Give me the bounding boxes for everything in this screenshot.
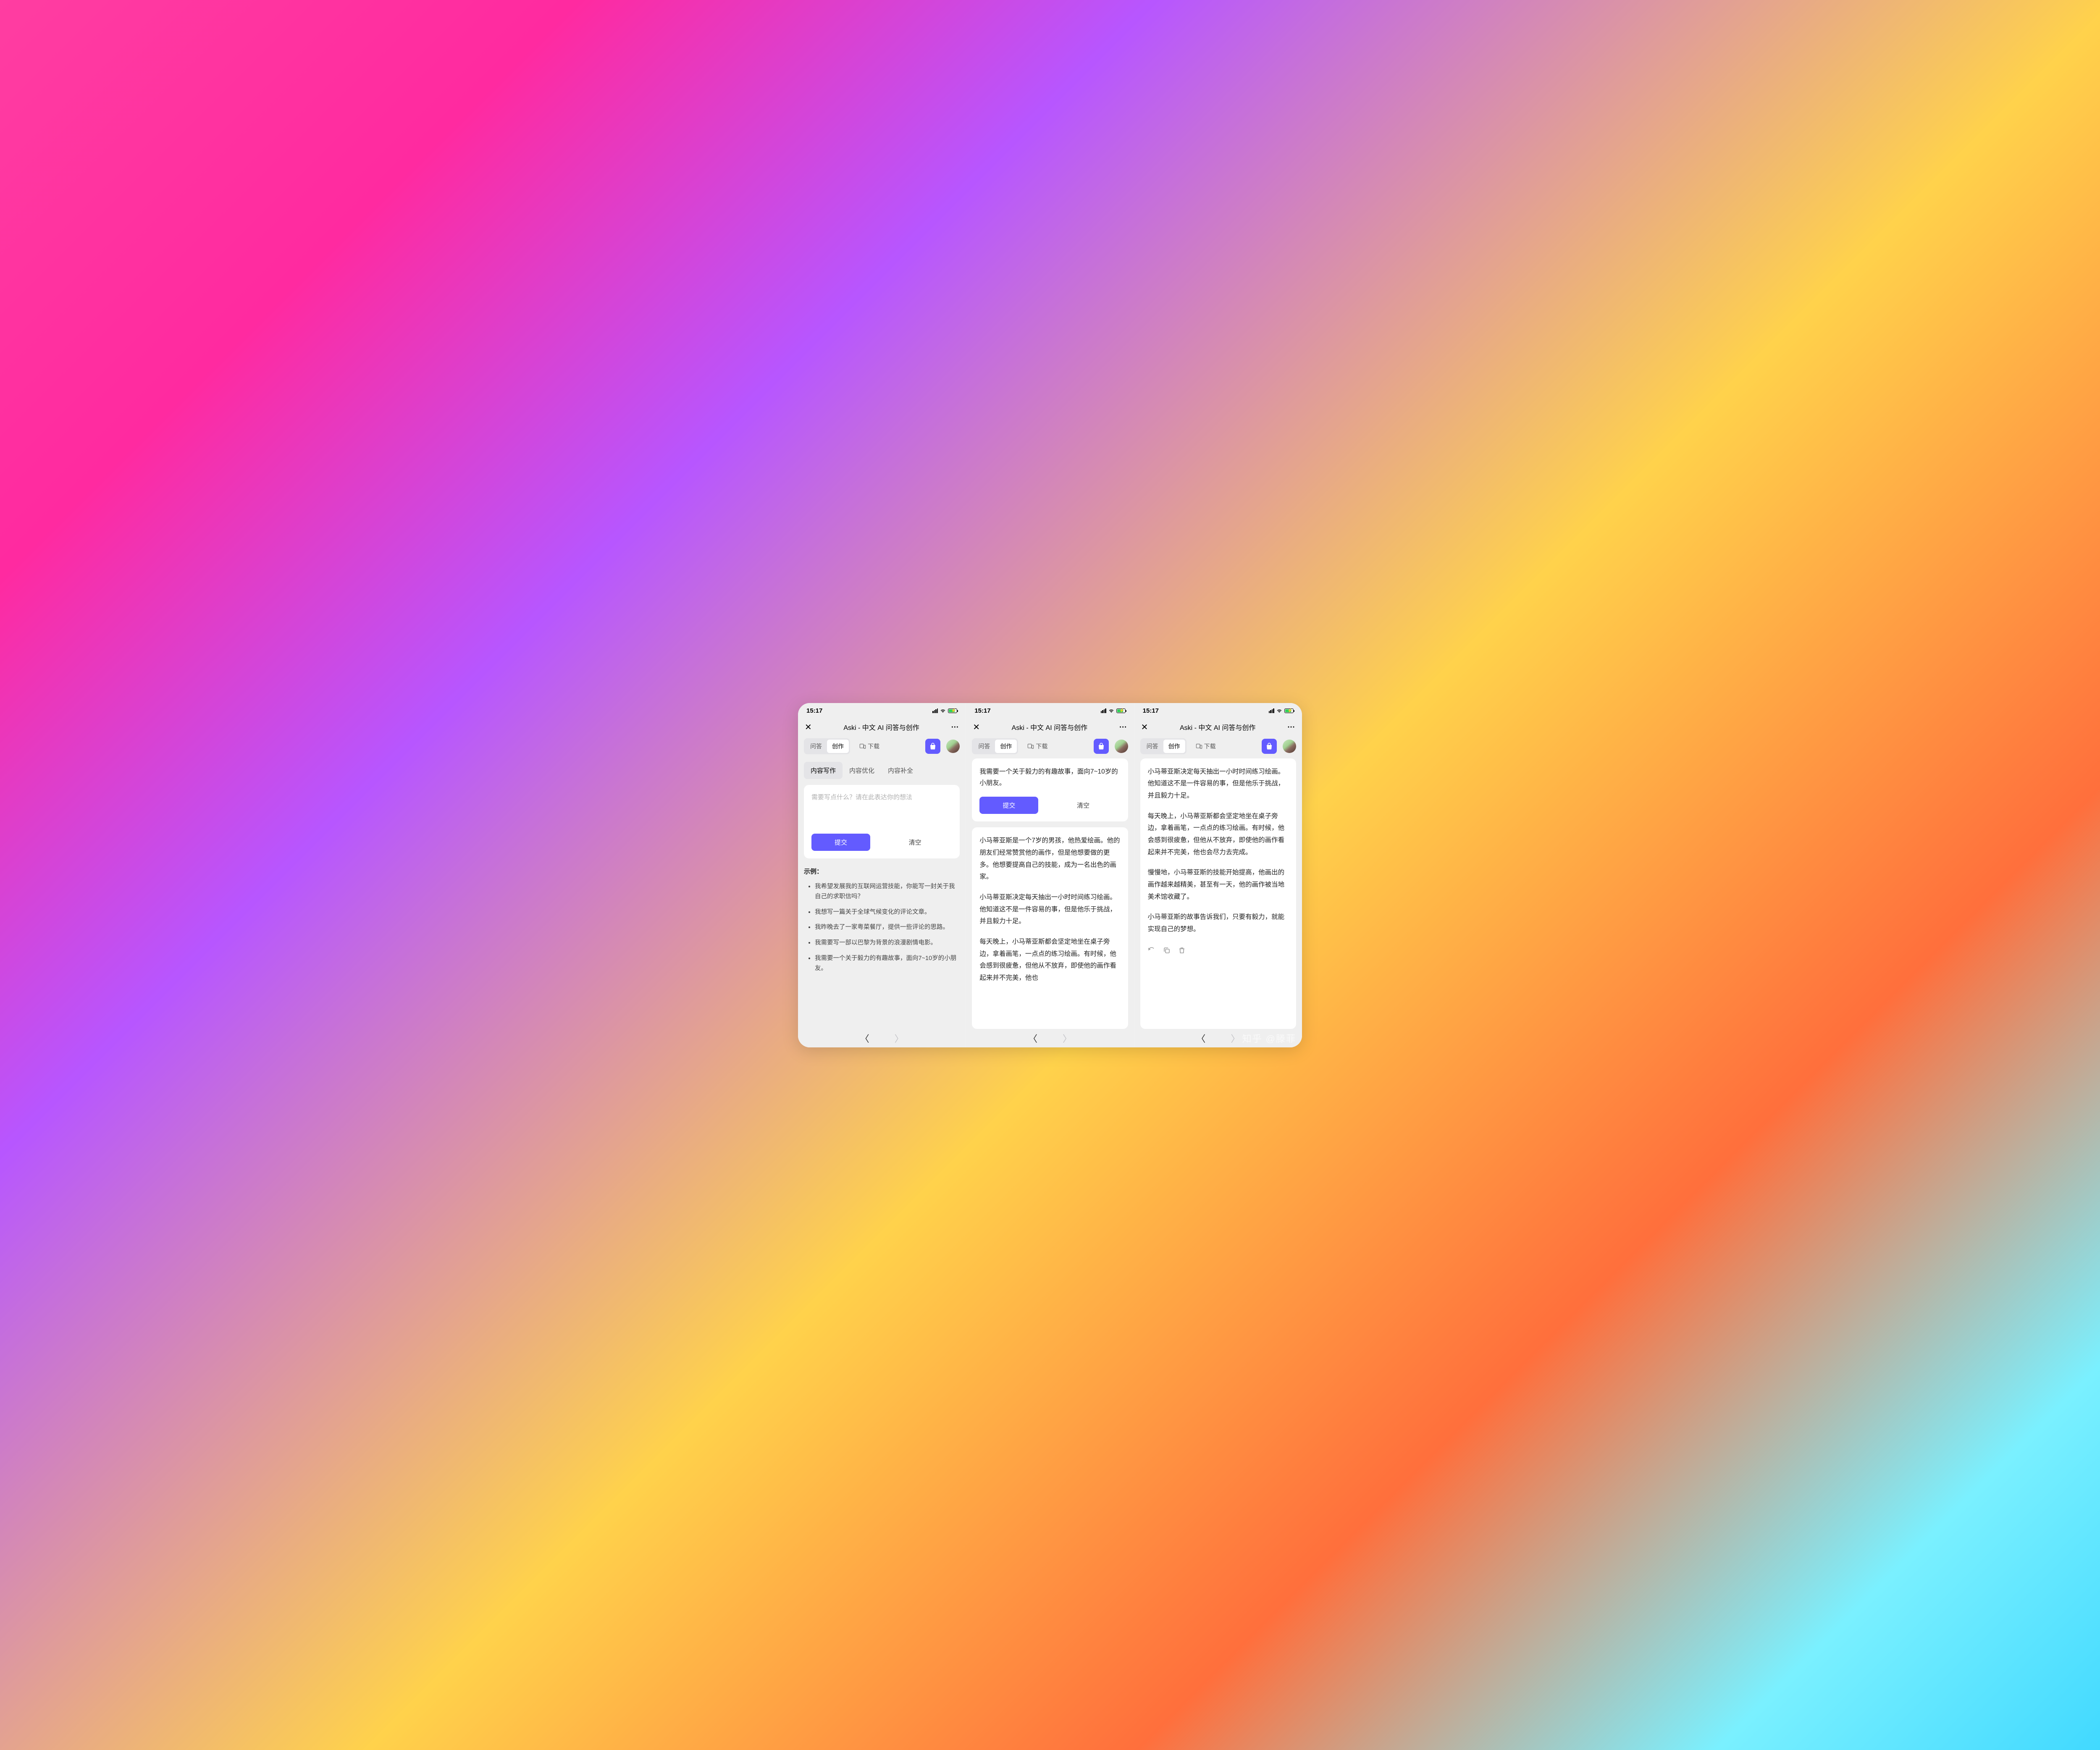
nav-back-icon[interactable]: 〈 [1196, 1031, 1205, 1045]
copy-icon[interactable] [1163, 947, 1171, 959]
avatar[interactable] [1115, 740, 1128, 753]
battery-icon: ⚡ [1284, 708, 1294, 713]
status-bar: 15:17 ⚡ [798, 703, 966, 717]
delete-icon[interactable] [1178, 947, 1186, 959]
page-title: Aski - 中文 AI 问答与创作 [1180, 722, 1255, 732]
avatar[interactable] [1283, 740, 1296, 753]
nav-forward-icon[interactable]: 〉 [895, 1031, 904, 1045]
example-item[interactable]: 我需要一个关于毅力的有趣故事，面向7~10岁的小朋友。 [815, 953, 957, 974]
more-icon[interactable]: ⋯ [1119, 723, 1127, 732]
tab-create[interactable]: 创作 [827, 740, 849, 753]
story-paragraph: 小马蒂亚斯的故事告诉我们，只要有毅力，就能实现自己的梦想。 [1148, 911, 1289, 935]
result-card: 小马蒂亚斯是一个7岁的男孩，他热爱绘画。他的朋友们经常赞赏他的画作，但是他想要做… [972, 827, 1128, 1028]
story-paragraph: 每天晚上，小马蒂亚斯都会坚定地坐在桌子旁边，拿着画笔，一点点的练习绘画。有时候，… [1148, 811, 1289, 859]
page-title: Aski - 中文 AI 问答与创作 [1012, 722, 1087, 732]
example-item[interactable]: 我希望发展我的互联网运营技能，你能写一封关于我自己的求职信吗？ [815, 882, 957, 902]
signal-icon [932, 708, 938, 713]
nav-forward-icon[interactable]: 〉 [1231, 1031, 1240, 1045]
subtab-write[interactable]: 内容写作 [804, 762, 843, 779]
story-paragraph: 小马蒂亚斯是一个7岁的男孩，他热爱绘画。他的朋友们经常赞赏他的画作，但是他想要做… [979, 835, 1120, 883]
status-time: 15:17 [1143, 707, 1159, 714]
bottom-nav: 〈 〉 [966, 1029, 1134, 1047]
clear-button[interactable]: 清空 [878, 838, 952, 847]
devices-icon [1196, 743, 1202, 750]
compose-card: 我需要一个关于毅力的有趣故事，面向7~10岁的小朋友。 提交 清空 [972, 758, 1128, 822]
story-paragraph: 每天晚上，小马蒂亚斯都会坚定地坐在桌子旁边，拿着画笔，一点点的练习绘画。有时候，… [979, 936, 1120, 984]
nav-back-icon[interactable]: 〈 [1028, 1031, 1037, 1045]
close-icon[interactable]: ✕ [805, 722, 812, 732]
tab-create[interactable]: 创作 [1163, 740, 1185, 753]
signal-icon [1101, 708, 1106, 713]
tab-create[interactable]: 创作 [995, 740, 1017, 753]
bag-icon [929, 743, 937, 750]
title-bar: ✕ Aski - 中文 AI 问答与创作 ⋯ [798, 717, 966, 738]
compose-input[interactable]: 需要写点什么？请在此表达你的想法 [811, 792, 952, 826]
bag-icon [1097, 743, 1105, 750]
compose-card: 需要写点什么？请在此表达你的想法 提交 清空 [804, 785, 960, 858]
status-bar: 15:17 ⚡ [966, 703, 1134, 717]
tab-qa[interactable]: 问答 [973, 740, 995, 753]
shop-button[interactable] [925, 739, 940, 754]
more-icon[interactable]: ⋯ [951, 723, 959, 732]
status-time: 15:17 [974, 707, 990, 714]
example-item[interactable]: 我想写一篇关于全球气候变化的评论文章。 [815, 907, 957, 918]
bag-icon [1265, 743, 1273, 750]
toolbar: 问答创作 下载 [966, 738, 1134, 758]
mode-segment: 问答 创作 [804, 738, 850, 754]
regenerate-icon[interactable] [1148, 947, 1155, 959]
story-paragraph: 慢慢地，小马蒂亚斯的技能开始提高，他画出的画作越来越精美，甚至有一天，他的画作被… [1148, 867, 1289, 903]
status-time: 15:17 [806, 707, 822, 714]
title-bar: ✕ Aski - 中文 AI 问答与创作 ⋯ [966, 717, 1134, 738]
screen-3: 15:17 ⚡ ✕ Aski - 中文 AI 问答与创作 ⋯ 问答创作 下载 小… [1134, 703, 1302, 1047]
tab-qa[interactable]: 问答 [1142, 740, 1163, 753]
examples-title: 示例： [804, 867, 960, 876]
screen-2: 15:17 ⚡ ✕ Aski - 中文 AI 问答与创作 ⋯ 问答创作 下载 我… [966, 703, 1134, 1047]
submit-button[interactable]: 提交 [979, 797, 1038, 814]
subtab-optimize[interactable]: 内容优化 [843, 762, 881, 779]
avatar[interactable] [946, 740, 960, 753]
example-item[interactable]: 我昨晚去了一家粤菜餐厅，提供一些评论的思路。 [815, 922, 957, 933]
story-paragraph: 小马蒂亚斯决定每天抽出一小时时间练习绘画。他知道这不是一件容易的事，但是他乐于挑… [1148, 766, 1289, 802]
wifi-icon [940, 708, 946, 713]
clear-button[interactable]: 清空 [1046, 801, 1120, 810]
screen-1: 15:17 ⚡ ✕ Aski - 中文 AI 问答与创作 ⋯ 问答 创作 下载 [798, 703, 966, 1047]
nav-forward-icon[interactable]: 〉 [1063, 1031, 1072, 1045]
title-bar: ✕ Aski - 中文 AI 问答与创作 ⋯ [1134, 717, 1302, 738]
download-link[interactable]: 下载 [859, 742, 879, 750]
page-title: Aski - 中文 AI 问答与创作 [843, 722, 919, 732]
bottom-nav: 〈 〉 [1134, 1029, 1302, 1047]
download-link[interactable]: 下载 [1196, 742, 1216, 750]
download-link[interactable]: 下载 [1027, 742, 1047, 750]
submit-button[interactable]: 提交 [811, 834, 870, 851]
wifi-icon [1108, 708, 1115, 713]
subtab-complete[interactable]: 内容补全 [881, 762, 920, 779]
nav-back-icon[interactable]: 〈 [860, 1031, 869, 1045]
battery-icon: ⚡ [948, 708, 957, 713]
devices-icon [1027, 743, 1034, 750]
wifi-icon [1276, 708, 1283, 713]
shop-button[interactable] [1094, 739, 1109, 754]
toolbar: 问答 创作 下载 [798, 738, 966, 758]
close-icon[interactable]: ✕ [1141, 722, 1148, 732]
shop-button[interactable] [1262, 739, 1277, 754]
toolbar: 问答创作 下载 [1134, 738, 1302, 758]
close-icon[interactable]: ✕ [973, 722, 980, 732]
subtabs: 内容写作 内容优化 内容补全 [804, 758, 960, 779]
tab-qa[interactable]: 问答 [805, 740, 827, 753]
result-actions [1148, 944, 1289, 959]
examples-list: 我希望发展我的互联网运营技能，你能写一封关于我自己的求职信吗？ 我想写一篇关于全… [804, 882, 960, 979]
bottom-nav: 〈 〉 [798, 1029, 966, 1047]
example-item[interactable]: 我需要写一部以巴黎为背景的浪漫剧情电影。 [815, 938, 957, 948]
story-paragraph: 小马蒂亚斯决定每天抽出一小时时间练习绘画。他知道这不是一件容易的事，但是他乐于挑… [979, 892, 1120, 928]
status-bar: 15:17 ⚡ [1134, 703, 1302, 717]
devices-icon [859, 743, 866, 750]
signal-icon [1269, 708, 1274, 713]
compose-input[interactable]: 我需要一个关于毅力的有趣故事，面向7~10岁的小朋友。 [979, 766, 1120, 790]
battery-icon: ⚡ [1116, 708, 1126, 713]
more-icon[interactable]: ⋯ [1287, 723, 1295, 732]
result-card: 小马蒂亚斯决定每天抽出一小时时间练习绘画。他知道这不是一件容易的事，但是他乐于挑… [1140, 758, 1296, 1029]
